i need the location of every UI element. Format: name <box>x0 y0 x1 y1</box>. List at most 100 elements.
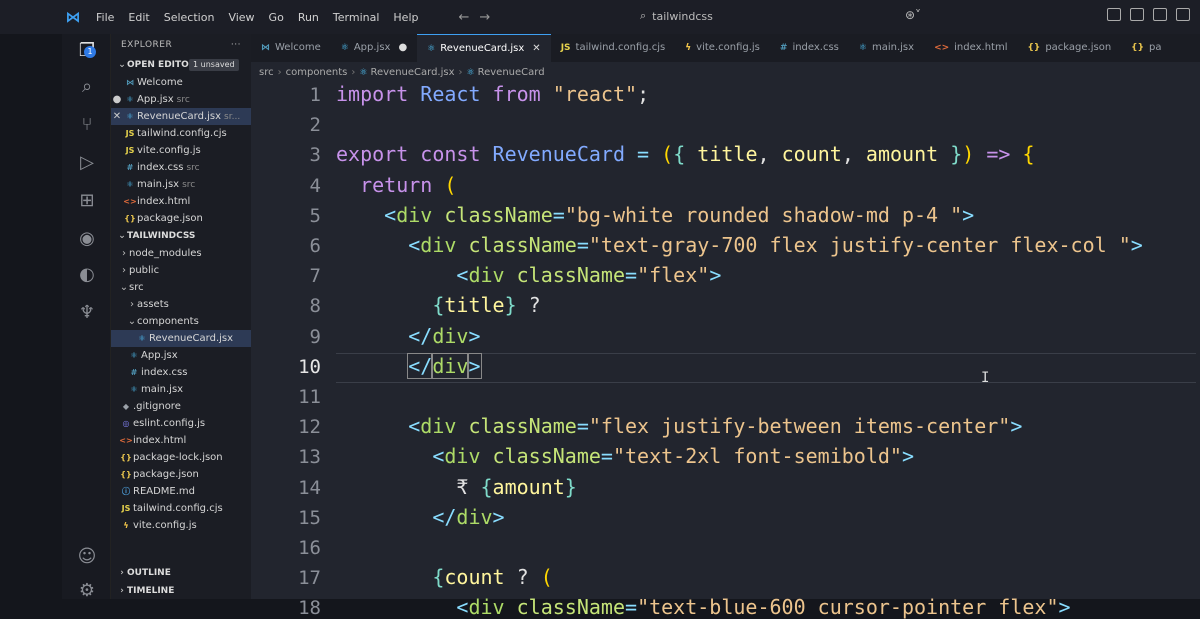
menu-help[interactable]: Help <box>393 11 418 24</box>
tree-item[interactable]: ⚛ RevenueCard.jsx <box>111 330 251 347</box>
search-icon[interactable]: ⌕ <box>76 76 98 98</box>
tree-item[interactable]: ⌄components <box>111 313 251 330</box>
unsaved-dot-icon[interactable]: ● <box>398 42 407 53</box>
tree-item[interactable]: {}package-lock.json <box>111 449 251 466</box>
tree-item[interactable]: › public <box>111 262 251 279</box>
code-line[interactable]: export const RevenueCard = ({ title, cou… <box>336 142 1035 166</box>
code-line[interactable]: {title} ? <box>336 293 540 317</box>
tree-item[interactable]: › node_modules <box>111 245 251 262</box>
open-editor-item[interactable]: JS vite.config.js <box>111 142 251 159</box>
tree-item[interactable]: › assets <box>111 296 251 313</box>
open-editor-item[interactable]: ✕ ⚛ RevenueCard.jsx sr... <box>111 108 251 125</box>
chevron-down-icon: ⌄ <box>118 60 126 70</box>
explorer-title: EXPLORER <box>121 40 173 50</box>
tree-item-label: RevenueCard.jsx <box>149 333 234 344</box>
tree-item[interactable]: ⓘ README.md <box>111 483 251 500</box>
breadcrumb-item[interactable]: components <box>286 67 348 78</box>
tree-item[interactable]: ⌄src <box>111 279 251 296</box>
code-line[interactable]: ₹ {amount} <box>336 474 577 499</box>
open-editor-item[interactable]: {}package.json <box>111 210 251 227</box>
menu-selection[interactable]: Selection <box>164 11 215 24</box>
more-actions-icon[interactable]: ··· <box>231 34 241 56</box>
menu-go[interactable]: Go <box>269 11 284 24</box>
open-editor-item[interactable]: ⋈ Welcome <box>111 74 251 91</box>
code-line[interactable]: <div className="bg-white rounded shadow-… <box>336 203 974 227</box>
tree-item[interactable]: {}package.json <box>111 466 251 483</box>
code-line[interactable]: <div className="flex"> <box>336 263 721 287</box>
code-token: count <box>444 565 505 590</box>
code-token: , <box>841 142 866 167</box>
code-line[interactable]: return ( <box>336 173 456 197</box>
tab-pa[interactable]: {} pa <box>1121 34 1171 62</box>
tree-item[interactable]: JS tailwind.config.cjs <box>111 500 251 517</box>
close-icon[interactable]: ✕ <box>532 43 540 54</box>
copilot-icon[interactable]: ⊛˅ <box>905 8 921 22</box>
code-editor[interactable]: 1 2 3 4 5 6 7 8 9 10 11 12 13 14 15 16 17 18 import React… <box>251 82 1200 619</box>
code-line[interactable]: {count ? ( <box>336 565 552 590</box>
toggle-sidebar-icon[interactable] <box>1130 8 1144 21</box>
code-line[interactable]: import React from "react"; <box>336 82 649 106</box>
tree-item[interactable]: ◆ .gitignore <box>111 398 251 415</box>
extensions-icon[interactable]: ⊞ <box>76 190 98 212</box>
timeline-section[interactable]: › TIMELINE <box>111 582 251 600</box>
breadcrumb-item[interactable]: RevenueCard.jsx <box>370 67 454 78</box>
tab-vite-config-js[interactable]: ϟ vite.config.js <box>675 34 770 62</box>
code-token: = <box>625 263 638 288</box>
code-token: import <box>336 82 421 106</box>
tab-welcome[interactable]: ⋈ Welcome <box>251 34 331 62</box>
tab-app-jsx[interactable]: ⚛ App.jsx ● <box>331 34 417 62</box>
open-editor-item[interactable]: ⚛ main.jsx src <box>111 176 251 193</box>
github-icon[interactable]: ◉ <box>76 228 98 250</box>
source-control-icon[interactable]: ⑂ <box>76 114 98 136</box>
code-line[interactable]: <div className="flex justify-between ite… <box>336 414 1022 438</box>
breadcrumb-item[interactable]: src <box>259 67 274 78</box>
remote-icon[interactable]: ◐ <box>76 264 98 286</box>
tab-tailwind-config-cjs[interactable]: JS tailwind.config.cjs <box>551 34 676 62</box>
tree-item[interactable]: ◎ eslint.config.js <box>111 415 251 432</box>
python-icon[interactable]: ♆ <box>76 302 98 324</box>
toggle-panel-icon[interactable] <box>1153 8 1167 21</box>
menu-edit[interactable]: Edit <box>128 11 149 24</box>
customize-layout-icon[interactable] <box>1107 8 1121 21</box>
code-token: "text-gray-700 flex justify-center flex-… <box>588 233 1131 257</box>
tree-item[interactable]: <>index.html <box>111 432 251 449</box>
tree-item[interactable]: ⚛ App.jsx <box>111 347 251 364</box>
outline-section[interactable]: › OUTLINE <box>111 564 251 582</box>
tab-index-html[interactable]: <> index.html <box>924 34 1017 62</box>
menu-terminal[interactable]: Terminal <box>333 11 380 24</box>
nav-arrows[interactable]: ←→ <box>458 10 500 25</box>
code-line[interactable]: </div> <box>336 352 482 379</box>
tree-item[interactable]: ⚛ main.jsx <box>111 381 251 398</box>
tab-index-css[interactable]: # index.css <box>770 34 849 62</box>
open-editor-item[interactable]: JS tailwind.config.cjs <box>111 125 251 142</box>
tab-main-jsx[interactable]: ⚛ main.jsx <box>849 34 924 62</box>
code-line[interactable]: <div className="text-gray-700 flex justi… <box>336 233 1143 257</box>
tab-package-json[interactable]: {} package.json <box>1017 34 1121 62</box>
code-token: } <box>564 474 577 499</box>
open-editor-item[interactable]: # index.css src <box>111 159 251 176</box>
command-center-search[interactable]: ⌕ tailwindcss <box>640 4 940 28</box>
code-line[interactable]: </div> <box>336 324 480 348</box>
breadcrumb-item[interactable]: RevenueCard <box>478 67 545 78</box>
react-icon: ⚛ <box>138 334 146 343</box>
code-line[interactable]: <div className="text-2xl font-semibold"> <box>336 444 914 468</box>
js-icon: JS <box>121 504 131 513</box>
tree-item[interactable]: # index.css <box>111 364 251 381</box>
open-editors-section[interactable]: ⌄OPEN EDITORS 1 unsaved <box>111 56 251 74</box>
menu-run[interactable]: Run <box>298 11 319 24</box>
unsaved-dot-icon[interactable]: ● <box>111 91 123 108</box>
react-icon: ⚛ <box>126 180 134 189</box>
open-editor-item[interactable]: ● ⚛ App.jsx src <box>111 91 251 108</box>
menu-view[interactable]: View <box>228 11 254 24</box>
toggle-secondary-sidebar-icon[interactable] <box>1176 8 1190 21</box>
tab-revenuecard-jsx[interactable]: ⚛ RevenueCard.jsx ✕ <box>417 34 551 62</box>
code-line[interactable]: </div> <box>336 505 504 529</box>
project-section[interactable]: ⌄TAILWINDCSS <box>111 227 251 245</box>
account-icon[interactable]: ☺ <box>76 546 98 568</box>
file-folder-desc: sr... <box>224 112 241 122</box>
menu-file[interactable]: File <box>96 11 114 24</box>
close-icon[interactable]: ✕ <box>111 108 123 125</box>
open-editor-item[interactable]: <>index.html <box>111 193 251 210</box>
run-debug-icon[interactable]: ▷ <box>76 152 98 174</box>
tree-item[interactable]: ϟ vite.config.js <box>111 517 251 534</box>
